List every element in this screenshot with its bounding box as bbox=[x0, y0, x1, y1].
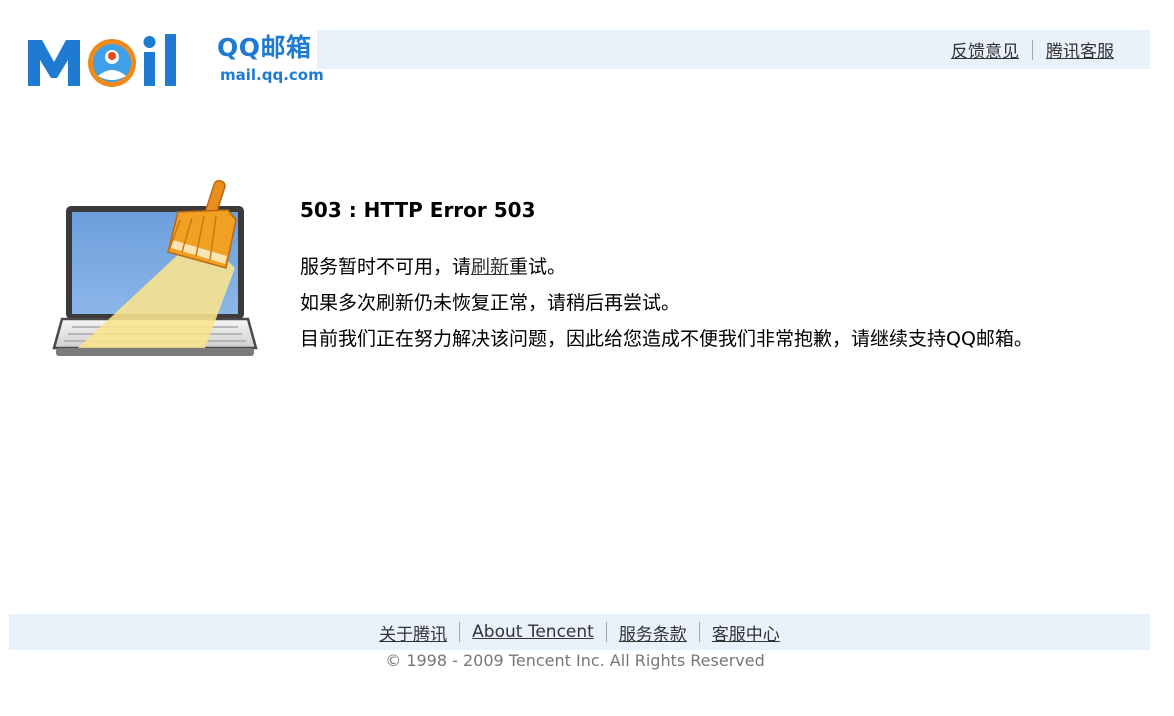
link-divider bbox=[1032, 39, 1033, 60]
message-text: 服务暂时不可用，请 bbox=[300, 256, 472, 278]
about-tencent-link[interactable]: About Tencent bbox=[472, 622, 594, 642]
link-divider bbox=[605, 622, 607, 642]
error-content: 503 : HTTP Error 503 服务暂时不可用，请刷新重试。 如果多次… bbox=[300, 196, 1160, 357]
customer-service-link[interactable]: 腾讯客服 bbox=[1046, 37, 1114, 62]
logo-brand-text: QQ邮箱 bbox=[217, 33, 312, 62]
logo-domain-text: mail.qq.com bbox=[220, 66, 324, 84]
mail-logo-icon bbox=[28, 34, 176, 87]
error-message-line-3: 目前我们正在努力解决该问题，因此给您造成不便我们非常抱歉，请继续支持QQ邮箱。 bbox=[300, 328, 1033, 350]
top-bar: 反馈意见 腾讯客服 bbox=[317, 30, 1150, 69]
about-tencent-cn-link[interactable]: 关于腾讯 bbox=[379, 620, 447, 645]
refresh-link[interactable]: 刷新 bbox=[471, 256, 509, 278]
top-links: 反馈意见 腾讯客服 bbox=[951, 30, 1114, 69]
footer-links: 关于腾讯 About Tencent 服务条款 客服中心 bbox=[9, 614, 1150, 650]
help-center-link[interactable]: 客服中心 bbox=[712, 620, 780, 645]
copyright-text: © 1998 - 2009 Tencent Inc. All Rights Re… bbox=[385, 651, 765, 670]
terms-of-service-link[interactable]: 服务条款 bbox=[619, 620, 687, 645]
error-message-line-1: 服务暂时不可用，请刷新重试。 bbox=[300, 249, 1160, 285]
laptop-broom-icon bbox=[52, 179, 258, 356]
qq-mail-logo[interactable]: QQ邮箱 mail.qq.com bbox=[24, 30, 324, 92]
link-divider bbox=[459, 622, 461, 642]
message-text: 重试。 bbox=[509, 256, 567, 278]
link-divider bbox=[698, 622, 700, 642]
error-message-line-2: 如果多次刷新仍未恢复正常，请稍后再尝试。 bbox=[300, 292, 681, 314]
feedback-link[interactable]: 反馈意见 bbox=[951, 37, 1019, 62]
footer-bar: 关于腾讯 About Tencent 服务条款 客服中心 bbox=[9, 614, 1150, 650]
error-title: 503 : HTTP Error 503 bbox=[300, 198, 536, 222]
